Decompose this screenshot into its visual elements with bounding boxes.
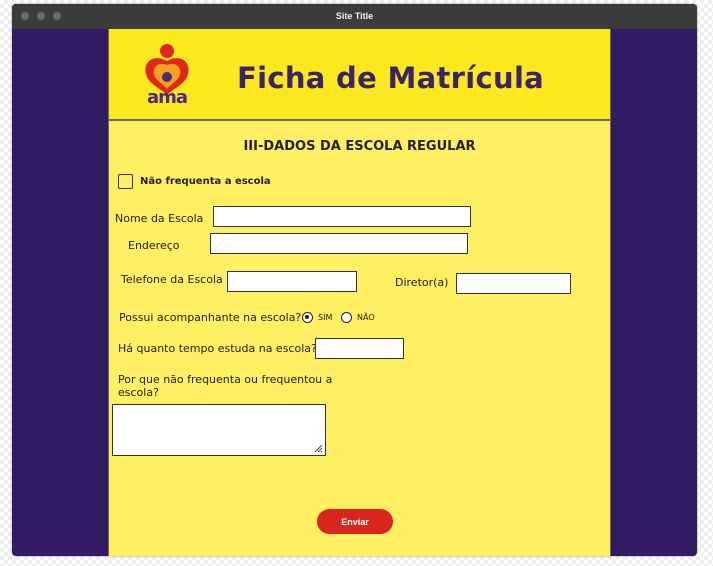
school-phone-label: Telefone da Escola bbox=[121, 273, 223, 286]
header-banner: ama Ficha de Matrícula bbox=[109, 29, 610, 121]
section-title: III-DADOS DA ESCOLA REGULAR bbox=[243, 139, 476, 154]
companion-yes-label: SIM bbox=[318, 313, 333, 322]
time-question: Há quanto tempo estuda na escola? bbox=[118, 342, 317, 355]
address-label: Endereço bbox=[128, 239, 180, 252]
companion-no-radio[interactable] bbox=[341, 312, 352, 323]
principal-label: Diretor(a) bbox=[395, 276, 449, 289]
why-textarea[interactable] bbox=[112, 404, 326, 456]
submit-button[interactable]: Enviar bbox=[317, 509, 393, 534]
school-phone-input[interactable] bbox=[227, 271, 357, 292]
window-titlebar: Site Title bbox=[12, 4, 697, 29]
resize-handle-icon[interactable] bbox=[314, 444, 323, 453]
principal-input[interactable] bbox=[456, 273, 571, 294]
window-title: Site Title bbox=[335, 11, 374, 21]
why-question: Por que não frequenta ou frequentou a es… bbox=[118, 373, 333, 399]
companion-yes-radio[interactable] bbox=[302, 312, 313, 323]
address-input[interactable] bbox=[210, 233, 468, 254]
logo-text: ama bbox=[146, 87, 188, 108]
companion-question: Possui acompanhante na escola? bbox=[119, 311, 302, 324]
not-attending-label: Não frequenta a escola bbox=[140, 176, 271, 187]
not-attending-checkbox[interactable] bbox=[118, 174, 133, 189]
school-name-label: Nome da Escola bbox=[115, 212, 204, 225]
browser-window: Site Title ama Ficha de Matrícula III-DA… bbox=[12, 4, 697, 556]
companion-no-label: NÃO bbox=[357, 313, 375, 322]
time-input[interactable] bbox=[315, 338, 404, 359]
school-name-input[interactable] bbox=[213, 206, 471, 227]
form-page: ama Ficha de Matrícula III-DADOS DA ESCO… bbox=[108, 29, 611, 556]
page-title: Ficha de Matrícula bbox=[237, 61, 545, 95]
